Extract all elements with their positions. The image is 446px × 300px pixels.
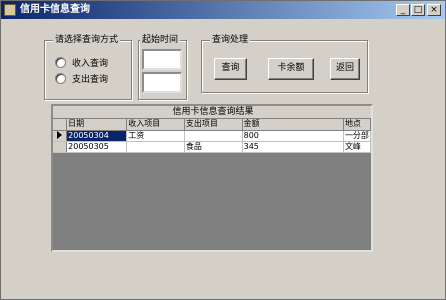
table-cell[interactable]: 工资	[126, 130, 185, 142]
income-query-label: 收入查询	[72, 59, 109, 69]
table-cell[interactable]	[126, 141, 185, 153]
current-row-indicator[interactable]	[53, 130, 68, 142]
table-cell[interactable]: 文峰	[343, 141, 371, 153]
expense-query-radio[interactable]: 支出查询	[55, 72, 108, 85]
title-bar[interactable]: 信用卡信息查询 _ □ ×	[1, 1, 445, 19]
minimize-button[interactable]: _	[396, 4, 410, 16]
table-row[interactable]: 20050305 食品 345 文峰	[53, 141, 371, 153]
maximize-button[interactable]: □	[411, 4, 425, 16]
results-grid[interactable]: 信用卡信息查询结果 日期 收入项目 支出项目 金额 地点 20050304 工资…	[51, 104, 373, 252]
column-header-location[interactable]: 地点	[343, 119, 371, 131]
app-icon	[4, 4, 16, 16]
table-cell[interactable]: 一分部	[343, 130, 371, 142]
income-query-radio[interactable]: 收入查询	[55, 56, 108, 69]
return-button[interactable]: 返回	[330, 58, 360, 80]
table-cell[interactable]: 345	[242, 141, 344, 153]
table-cell[interactable]: 20050304	[66, 130, 128, 142]
table-cell[interactable]: 食品	[184, 141, 243, 153]
start-time-field-1[interactable]	[142, 49, 182, 70]
column-header-date[interactable]: 日期	[66, 119, 128, 131]
results-header-row: 日期 收入项目 支出项目 金额 地点	[53, 119, 371, 131]
query-mode-group: 请选择查询方式 收入查询 支出查询	[44, 34, 132, 100]
table-cell[interactable]: 20050305	[66, 141, 128, 153]
column-header-amount[interactable]: 金额	[242, 119, 344, 131]
table-cell[interactable]	[184, 130, 243, 142]
card-balance-button[interactable]: 卡余额	[268, 58, 314, 80]
start-time-group: 起始时间	[138, 34, 187, 100]
column-header-expense-item[interactable]: 支出项目	[184, 119, 243, 131]
current-row-arrow-icon	[57, 131, 63, 139]
close-button[interactable]: ×	[427, 4, 441, 16]
expense-query-label: 支出查询	[72, 75, 109, 85]
column-header-income-item[interactable]: 收入项目	[126, 119, 185, 131]
results-table[interactable]: 日期 收入项目 支出项目 金额 地点 20050304 工资 800 一分部 2…	[53, 119, 371, 153]
expense-query-radio-dot[interactable]	[55, 73, 66, 84]
app-window: 信用卡信息查询 _ □ × 请选择查询方式 收入查询 支出查询 起始时间 查询处…	[0, 0, 446, 300]
query-actions-group: 查询处理 查询 卡余额 返回	[201, 34, 368, 93]
start-time-legend: 起始时间	[140, 34, 181, 46]
query-button[interactable]: 查询	[214, 58, 247, 80]
query-mode-legend: 请选择查询方式	[53, 34, 121, 46]
row-selector[interactable]	[53, 141, 68, 153]
results-caption: 信用卡信息查询结果	[53, 106, 371, 119]
income-query-radio-dot[interactable]	[55, 57, 66, 68]
start-time-field-2[interactable]	[142, 72, 182, 93]
window-title: 信用卡信息查询	[20, 4, 90, 15]
table-cell[interactable]: 800	[242, 130, 344, 142]
table-row[interactable]: 20050304 工资 800 一分部	[53, 130, 371, 142]
query-actions-legend: 查询处理	[210, 34, 251, 46]
row-header-corner	[53, 119, 68, 131]
